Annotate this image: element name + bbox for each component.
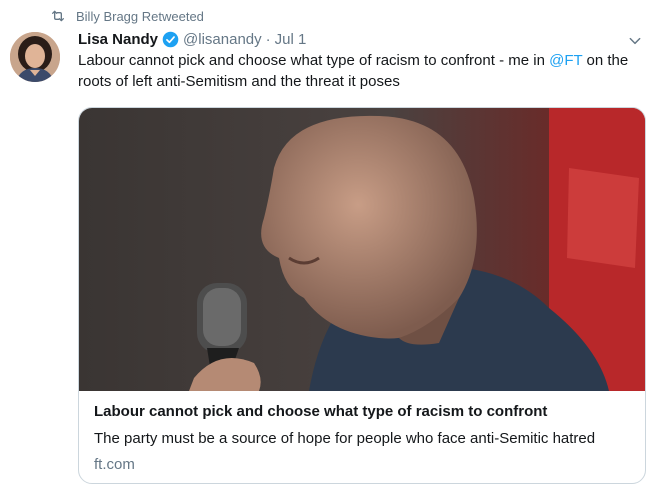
- author-handle[interactable]: @lisanandy: [183, 31, 262, 48]
- card-description: The party must be a source of hope for p…: [94, 430, 596, 447]
- separator-dot: ·: [265, 30, 271, 48]
- card-domain: ft.com: [94, 456, 135, 473]
- tweet-date[interactable]: Jul 1: [275, 31, 307, 48]
- retweet-icon: [52, 10, 64, 22]
- link-card[interactable]: Labour cannot pick and choose what type …: [78, 107, 646, 484]
- mention-link[interactable]: @FT: [549, 52, 582, 69]
- retweet-context: Billy Bragg Retweeted: [50, 6, 204, 26]
- author-name[interactable]: Lisa Nandy: [78, 31, 158, 48]
- tweet-text: Labour cannot pick and choose what type …: [78, 50, 638, 92]
- avatar[interactable]: [10, 32, 60, 82]
- retweet-label[interactable]: Billy Bragg Retweeted: [76, 9, 204, 24]
- card-image: [79, 108, 645, 391]
- tweet-header: Lisa Nandy @lisanandy · Jul 1: [78, 28, 646, 50]
- verified-badge-icon: [162, 31, 179, 47]
- card-title: Labour cannot pick and choose what type …: [94, 403, 548, 420]
- tweet-text-start: Labour cannot pick and choose what type …: [78, 52, 550, 69]
- chevron-down-icon[interactable]: [628, 34, 642, 48]
